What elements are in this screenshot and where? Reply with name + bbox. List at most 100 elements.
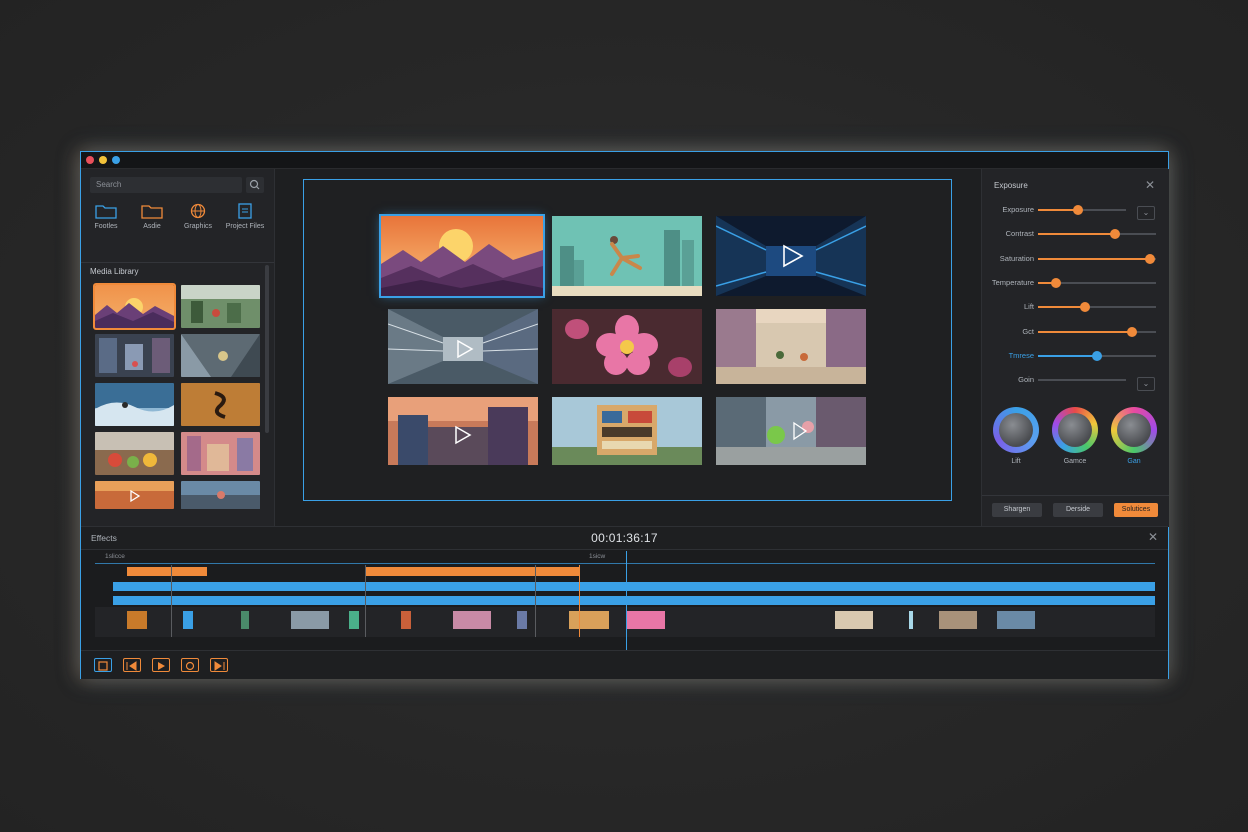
video-track-bar[interactable]	[113, 596, 1155, 605]
media-thumb-video[interactable]	[95, 481, 174, 509]
timeline-panel: Effects 00:01:36:17 ✕ 1slicce 1sicw	[81, 526, 1168, 651]
close-icon[interactable]: ✕	[1148, 530, 1158, 544]
clip-thumb[interactable]	[569, 611, 609, 629]
chevron-down-icon[interactable]: ⌄	[1137, 206, 1155, 220]
clip-thumb[interactable]	[939, 611, 977, 629]
rewind-button[interactable]	[123, 658, 141, 672]
preview-canvas[interactable]	[303, 179, 952, 501]
preview-thumb-sunset[interactable]	[379, 214, 545, 298]
fast-forward-button[interactable]	[210, 658, 228, 672]
slider-track[interactable]	[1038, 302, 1156, 313]
media-thumb[interactable]	[95, 383, 174, 426]
preview-thumb-city-walk[interactable]	[716, 397, 866, 465]
slider-knob[interactable]	[1109, 229, 1120, 240]
slider-fill	[1038, 257, 1151, 260]
media-thumb[interactable]	[95, 432, 174, 475]
close-window-button[interactable]	[86, 156, 94, 164]
preview-thumb-plaza[interactable]	[716, 309, 866, 384]
in-out-marker[interactable]	[579, 565, 580, 637]
clip-thumb[interactable]	[835, 611, 873, 629]
sharpen-button[interactable]: Shargen	[992, 503, 1042, 517]
preview-thumb-store[interactable]	[388, 309, 538, 384]
category-project-files[interactable]: Project Files	[223, 203, 267, 230]
category-label: Asdie	[143, 223, 161, 230]
category-label: Graphics	[183, 223, 212, 230]
slider-track[interactable]	[1038, 379, 1126, 382]
play-button[interactable]	[152, 658, 170, 672]
search-button[interactable]	[246, 177, 264, 193]
play-icon	[158, 662, 165, 670]
denoise-button[interactable]: Derside	[1053, 503, 1103, 517]
media-thumb[interactable]	[181, 432, 260, 475]
audio-clip[interactable]	[366, 567, 579, 576]
audio-clip[interactable]	[127, 567, 207, 576]
slider-label: Gct	[1022, 326, 1034, 336]
clip-thumb[interactable]	[241, 611, 249, 629]
chevron-down-icon[interactable]: ⌄	[1137, 377, 1155, 391]
close-icon[interactable]: ✕	[1145, 178, 1155, 192]
slider-knob[interactable]	[1145, 253, 1156, 264]
wheel-label: Lift	[1011, 458, 1021, 465]
clip-thumb[interactable]	[401, 611, 411, 629]
slider-track[interactable]	[1038, 205, 1126, 215]
divider	[982, 495, 1169, 496]
clip-thumb[interactable]	[997, 611, 1035, 629]
wheel-label: Gan	[1127, 458, 1141, 465]
solutions-button[interactable]: Solutices	[1114, 503, 1158, 517]
media-thumb-sunset[interactable]	[93, 283, 176, 330]
clip-thumb[interactable]	[517, 611, 527, 629]
media-thumb[interactable]	[181, 481, 260, 509]
slider-knob[interactable]	[1127, 326, 1138, 337]
slider-label: Exposure	[1002, 205, 1034, 214]
preview-thumb-runner[interactable]	[552, 216, 702, 296]
preview-thumb-street[interactable]	[388, 397, 538, 465]
clip-thumb[interactable]	[349, 611, 359, 629]
slider-fill	[1038, 330, 1133, 333]
clip-thumb[interactable]	[453, 611, 491, 629]
media-thumb[interactable]	[181, 334, 260, 377]
slider-track[interactable]	[1038, 277, 1156, 288]
slider-knob[interactable]	[1050, 277, 1061, 288]
slider-track[interactable]	[1038, 253, 1156, 264]
media-scrollbar[interactable]	[265, 265, 269, 433]
slider-knob[interactable]	[1072, 205, 1083, 215]
slider-fill	[1038, 233, 1115, 236]
stop-icon	[98, 661, 108, 671]
maximize-window-button[interactable]	[112, 156, 120, 164]
slider-track[interactable]	[1038, 350, 1156, 361]
media-thumb[interactable]	[95, 334, 174, 377]
video-track-bar[interactable]	[113, 582, 1155, 591]
playhead[interactable]	[626, 551, 627, 651]
media-thumb[interactable]	[181, 285, 260, 328]
color-wheel-gain[interactable]	[1111, 407, 1157, 453]
color-wheel-lift[interactable]	[993, 407, 1039, 453]
slider-label: Tmrese	[1008, 350, 1034, 360]
slider-track[interactable]	[1038, 229, 1156, 240]
timecode: 00:01:36:17	[591, 531, 658, 545]
clip-divider	[365, 565, 366, 637]
preview-thumb-tower[interactable]	[552, 397, 702, 465]
preview-thumb-datacenter[interactable]	[716, 216, 866, 296]
stop-button[interactable]	[94, 658, 112, 672]
record-button[interactable]	[181, 658, 199, 672]
category-audio[interactable]: Asdie	[132, 203, 172, 230]
category-graphics[interactable]: Graphics	[178, 203, 218, 230]
search-icon	[249, 179, 260, 190]
preview-thumb-flower[interactable]	[552, 309, 702, 384]
clip-thumb[interactable]	[183, 611, 193, 629]
clip-thumb[interactable]	[127, 611, 147, 629]
media-thumb[interactable]	[181, 383, 260, 426]
category-footage[interactable]: Footles	[86, 203, 126, 230]
clip-divider	[171, 565, 172, 637]
minimize-window-button[interactable]	[99, 156, 107, 164]
clip-thumb[interactable]	[909, 611, 913, 629]
color-wheel-gamma[interactable]	[1052, 407, 1098, 453]
timeline-tracks[interactable]: 1slicce 1sicw	[95, 551, 1155, 651]
slider-knob[interactable]	[1092, 350, 1102, 361]
slider-track[interactable]	[1038, 326, 1156, 337]
search-input[interactable]: Search	[90, 177, 242, 193]
slider-knob[interactable]	[1080, 302, 1091, 313]
timeline-header: Effects 00:01:36:17 ✕	[81, 527, 1168, 550]
clip-thumb[interactable]	[627, 611, 665, 629]
clip-thumb[interactable]	[291, 611, 329, 629]
